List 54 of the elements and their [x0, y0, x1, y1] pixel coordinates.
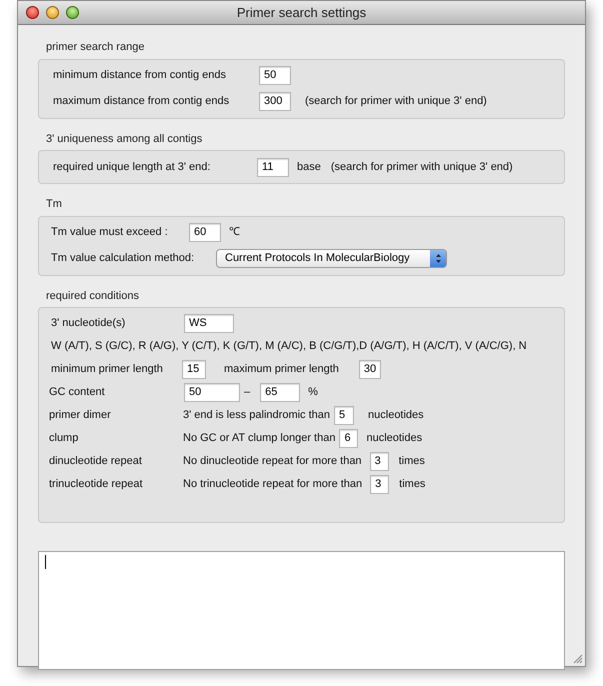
close-button[interactable]	[26, 6, 39, 19]
field-label: ℃	[229, 225, 240, 240]
field-label: times	[398, 454, 425, 469]
input-field[interactable]: 15	[182, 360, 206, 378]
input-field[interactable]: 30	[358, 360, 381, 378]
resize-grip-icon	[573, 654, 583, 664]
field-label: trinucleotide repeat	[49, 476, 144, 492]
input-field[interactable]: 5	[334, 406, 354, 424]
field-label: minimum primer length	[51, 362, 164, 377]
text-area[interactable]	[38, 551, 565, 670]
field-label: times	[399, 476, 426, 492]
stepper-icon	[430, 250, 446, 267]
field-label: (search for primer with unique 3' end)	[330, 160, 513, 175]
field-label: 3' nucleotide(s)	[51, 316, 126, 331]
field-label: (search for primer with unique 3' end)	[305, 94, 487, 110]
field-label: No dinucleotide repeat for more than	[183, 454, 362, 469]
field-label: No GC or AT clump longer than	[183, 430, 336, 446]
field-label: minimum distance from contig ends	[53, 68, 228, 84]
field-label: maximum distance from contig ends	[53, 94, 230, 110]
input-field[interactable]: 60	[189, 223, 221, 242]
window-title: Primer search settings	[236, 4, 366, 22]
zoom-button[interactable]	[66, 6, 79, 19]
input-field[interactable]: 65	[260, 382, 300, 402]
field-label: GC content	[49, 384, 106, 400]
group-title: primer search range	[46, 40, 146, 55]
field-label: Tm value calculation method:	[51, 251, 196, 266]
group-title: required conditions	[46, 288, 140, 304]
group-title: Tm	[46, 197, 63, 212]
input-field[interactable]: WS	[184, 314, 234, 332]
field-label: –	[244, 384, 250, 400]
minimize-button[interactable]	[46, 6, 59, 19]
field-label: nucleotides	[368, 408, 424, 423]
field-label: nucleotides	[366, 430, 422, 446]
dropdown[interactable]: Current Protocols In MolecularBiology	[216, 249, 447, 268]
group-title: 3' uniqueness among all contigs	[46, 132, 204, 146]
field-label: base	[297, 160, 321, 175]
field-label: clump	[49, 430, 80, 446]
input-field[interactable]: 50	[184, 382, 240, 402]
field-label: required unique length at 3' end:	[53, 160, 212, 175]
text-cursor	[45, 555, 46, 569]
input-field[interactable]: 3	[370, 474, 390, 494]
input-field[interactable]: 6	[339, 428, 358, 448]
input-field[interactable]: 3	[370, 452, 389, 470]
field-label: dinucleotide repeat	[49, 454, 143, 469]
field-label: Tm value must exceed :	[51, 225, 169, 240]
input-field[interactable]: 11	[257, 158, 289, 176]
field-label: 3' end is less palindromic than	[183, 408, 330, 423]
field-label: W (A/T), S (G/C), R (A/G), Y (C/T), K (G/T), M (A/C), B (C/G/T),D (A/G/T), H (A/C/T), V (A/C/G), N	[51, 338, 527, 354]
field-label: No trinucleotide repeat for more than	[183, 476, 362, 492]
field-label: maximum primer length	[224, 362, 339, 377]
input-field[interactable]: 50	[259, 66, 291, 85]
input-field[interactable]: 300	[259, 92, 291, 111]
field-label: %	[308, 384, 318, 400]
field-label: primer dimer	[49, 408, 112, 423]
